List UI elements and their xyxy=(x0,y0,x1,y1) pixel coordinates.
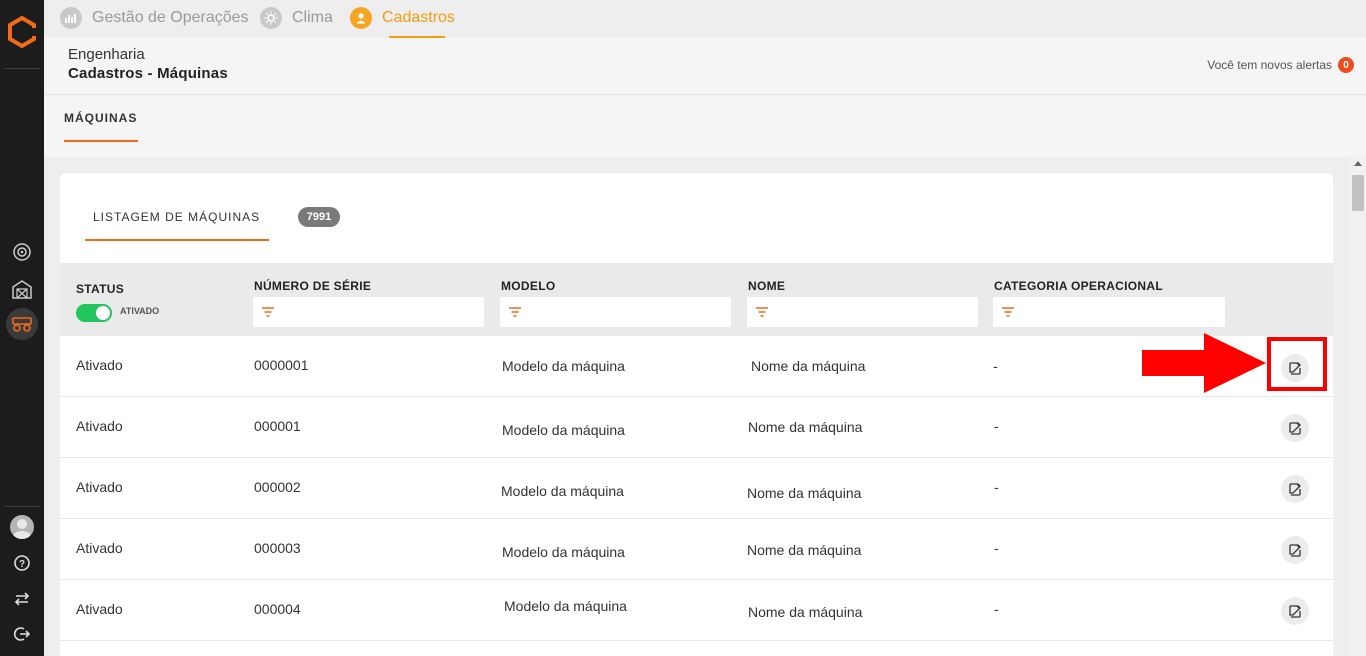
vertical-scrollbar[interactable] xyxy=(1350,157,1366,656)
cell-category: - xyxy=(994,601,999,617)
scroll-up-arrow[interactable] xyxy=(1354,161,1362,166)
table-row[interactable]: Ativado 000004 Modelo da máquina Nome da… xyxy=(60,580,1333,641)
app-logo[interactable] xyxy=(6,16,38,48)
category-filter-input[interactable] xyxy=(993,297,1225,327)
page-header: Engenharia Cadastros - Máquinas Você tem… xyxy=(44,38,1366,95)
active-section-indicator xyxy=(64,140,138,142)
swap-icon[interactable] xyxy=(10,587,34,611)
annotation-highlight-box xyxy=(1267,337,1327,391)
col-status: STATUS xyxy=(76,282,125,296)
col-name: NOME xyxy=(748,279,786,293)
cell-status: Ativado xyxy=(76,540,123,556)
tab-cadastros[interactable]: Cadastros xyxy=(350,4,455,32)
col-model: MODELO xyxy=(501,279,556,293)
breadcrumb: Engenharia xyxy=(68,46,145,63)
table-header: STATUS ATIVADO NÚMERO DE SÉRIE MODELO NO… xyxy=(60,263,1333,336)
cell-category: - xyxy=(994,418,999,434)
top-nav: Gestão de Operações Clima Cadastros xyxy=(44,0,1366,38)
user-avatar[interactable] xyxy=(10,515,34,539)
tab-clima[interactable]: Clima xyxy=(260,4,333,32)
table-row[interactable]: Ativado 000003 Modelo da máquina Nome da… xyxy=(60,519,1333,580)
cell-status: Ativado xyxy=(76,601,123,617)
cell-status: Ativado xyxy=(76,357,123,373)
tab-gestao-operacoes[interactable]: Gestão de Operações xyxy=(60,4,249,32)
cell-name: Nome da máquina xyxy=(748,419,863,435)
cell-status: Ativado xyxy=(76,418,123,434)
main-content: LISTAGEM DE MÁQUINAS 7991 STATUS ATIVADO… xyxy=(44,157,1350,656)
cell-status: Ativado xyxy=(76,479,123,495)
alerts-indicator[interactable]: Você tem novos alertas 0 xyxy=(1207,57,1354,73)
col-category: CATEGORIA OPERACIONAL xyxy=(994,279,1163,293)
cell-category: - xyxy=(994,540,999,556)
chart-hand-icon xyxy=(60,7,82,29)
tab-label: Gestão de Operações xyxy=(92,9,249,26)
machines-card: LISTAGEM DE MÁQUINAS 7991 STATUS ATIVADO… xyxy=(60,173,1333,656)
edit-icon xyxy=(1289,605,1301,618)
alerts-count-badge: 0 xyxy=(1338,57,1354,73)
status-toggle[interactable] xyxy=(76,304,112,322)
filter-icon xyxy=(262,307,274,317)
active-listing-indicator xyxy=(85,239,269,241)
edit-button[interactable] xyxy=(1281,475,1309,503)
name-filter-input[interactable] xyxy=(747,297,978,327)
cell-serial: 000002 xyxy=(254,479,301,495)
cell-serial: 000004 xyxy=(254,601,301,617)
filter-icon xyxy=(756,307,768,317)
tab-label: Cadastros xyxy=(382,9,455,26)
cell-name: Nome da máquina xyxy=(751,358,866,374)
filter-icon xyxy=(509,307,521,317)
edit-icon xyxy=(1289,422,1301,435)
farm-building-icon[interactable] xyxy=(10,277,34,301)
cell-category: - xyxy=(994,479,999,495)
model-filter-input[interactable] xyxy=(500,297,731,327)
cell-model: Modelo da máquina xyxy=(502,358,625,374)
edit-button[interactable] xyxy=(1281,597,1309,625)
cell-name: Nome da máquina xyxy=(747,542,862,558)
table-row[interactable]: Ativado 000001 Modelo da máquina Nome da… xyxy=(60,397,1333,458)
rail-divider xyxy=(4,506,40,507)
filter-icon xyxy=(1002,307,1014,317)
cell-serial: 0000001 xyxy=(254,357,309,373)
table-row[interactable]: Ativado 000002 Modelo da máquina Nome da… xyxy=(60,458,1333,519)
cell-serial: 000003 xyxy=(254,540,301,556)
rail-divider xyxy=(4,68,40,69)
logout-icon[interactable] xyxy=(10,622,34,646)
cell-model: Modelo da máquina xyxy=(502,544,625,560)
tab-label: Clima xyxy=(292,9,333,26)
cell-serial: 000001 xyxy=(254,418,301,434)
cell-name: Nome da máquina xyxy=(747,485,862,501)
alerts-label: Você tem novos alertas xyxy=(1207,58,1332,72)
help-icon[interactable]: ? xyxy=(10,551,34,575)
svg-text:?: ? xyxy=(19,559,25,570)
sun-icon xyxy=(260,7,282,29)
machine-count-badge: 7991 xyxy=(298,207,340,227)
edit-button[interactable] xyxy=(1281,536,1309,564)
serial-filter-input[interactable] xyxy=(253,297,484,327)
target-icon[interactable] xyxy=(10,240,34,264)
cell-model: Modelo da máquina xyxy=(502,422,625,438)
cell-category: - xyxy=(993,358,998,374)
edit-icon xyxy=(1289,544,1301,557)
col-serial: NÚMERO DE SÉRIE xyxy=(254,279,372,293)
cell-name: Nome da máquina xyxy=(748,604,863,620)
tab-listagem-maquinas[interactable]: LISTAGEM DE MÁQUINAS xyxy=(93,210,260,224)
side-rail: ? xyxy=(0,0,44,656)
status-toggle-label: ATIVADO xyxy=(120,306,160,316)
machine-icon[interactable] xyxy=(6,308,38,340)
scroll-thumb[interactable] xyxy=(1352,175,1364,211)
section-tabs: MÁQUINAS xyxy=(44,95,1366,157)
cell-model: Modelo da máquina xyxy=(501,483,624,499)
annotation-arrow xyxy=(1142,333,1266,393)
user-icon xyxy=(350,7,372,29)
edit-icon xyxy=(1289,483,1301,496)
cell-model: Modelo da máquina xyxy=(504,598,627,614)
tab-maquinas[interactable]: MÁQUINAS xyxy=(64,111,137,125)
edit-button[interactable] xyxy=(1281,414,1309,442)
page-title: Cadastros - Máquinas xyxy=(68,65,228,82)
